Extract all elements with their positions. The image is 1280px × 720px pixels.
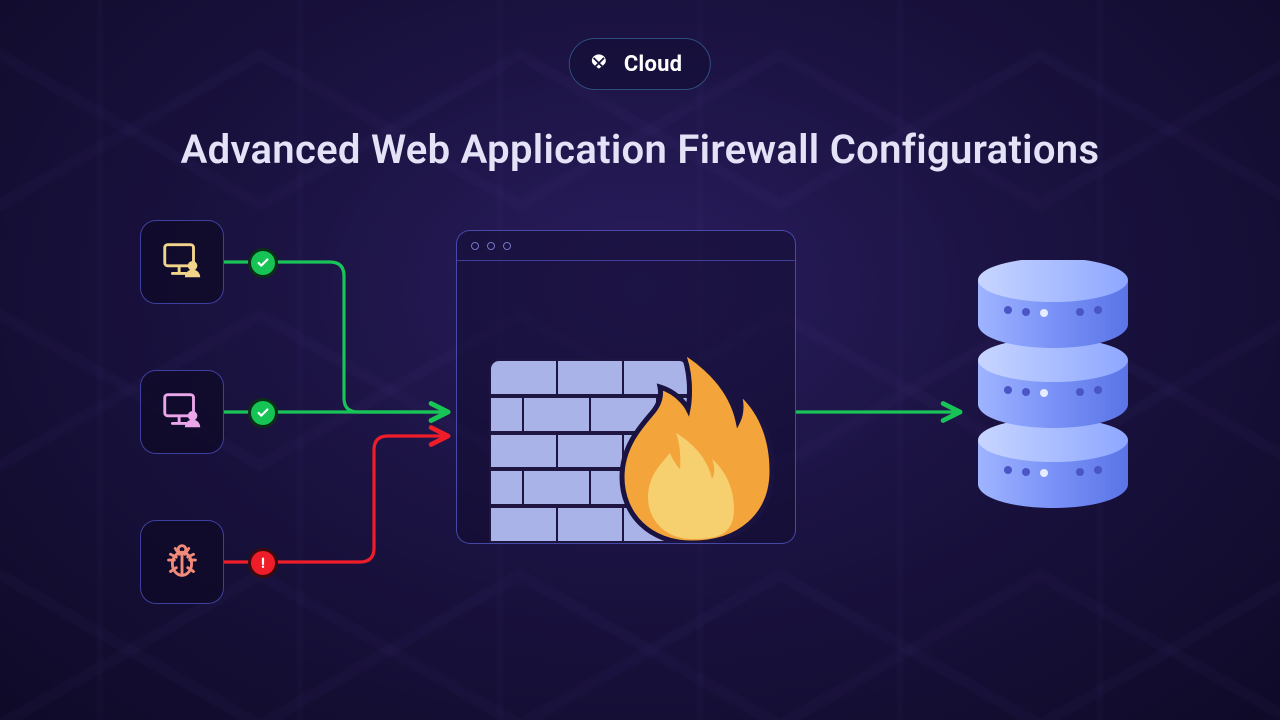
client-threat xyxy=(140,520,224,604)
status-allow-icon xyxy=(248,398,278,428)
status-allow-icon xyxy=(248,248,278,278)
window-titlebar xyxy=(457,231,795,261)
page-title: Advanced Web Application Firewall Config… xyxy=(0,126,1280,173)
diagram xyxy=(0,220,1280,720)
window-dot-icon xyxy=(503,242,511,250)
brand-badge: Cloud xyxy=(569,38,711,90)
window-dot-icon xyxy=(487,242,495,250)
client-user-1 xyxy=(140,220,224,304)
firewall-window xyxy=(456,230,796,544)
bug-icon xyxy=(159,537,205,587)
monitor-user-icon xyxy=(159,237,205,287)
brand-logo-icon xyxy=(584,49,614,79)
wire-client-3 xyxy=(224,436,446,562)
database-icon xyxy=(968,260,1138,510)
status-block-icon xyxy=(248,548,278,578)
wire-client-1 xyxy=(224,262,446,412)
window-dot-icon xyxy=(471,242,479,250)
client-user-2 xyxy=(140,370,224,454)
flame-icon xyxy=(607,315,777,544)
monitor-user-icon xyxy=(159,387,205,437)
brand-name: Cloud xyxy=(624,52,682,77)
